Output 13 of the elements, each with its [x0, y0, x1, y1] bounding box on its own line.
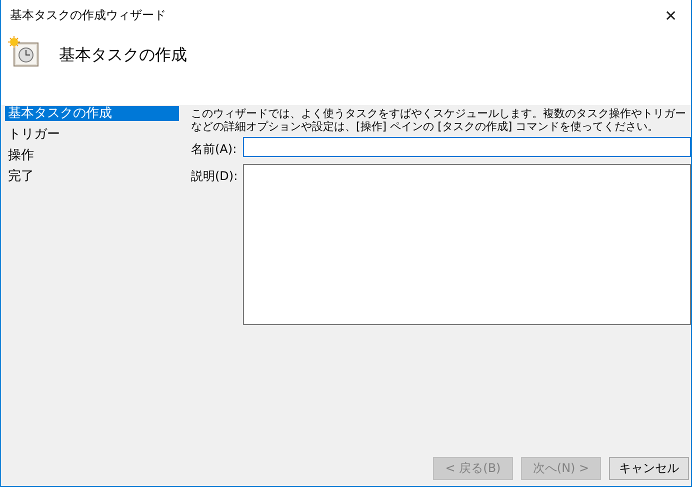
- field-label: 説明(D):: [191, 168, 239, 185]
- window-title: 基本タスクの作成ウィザード: [10, 7, 166, 24]
- name-field[interactable]: [243, 137, 691, 157]
- description-text: このウィザードでは、よく使うタスクをすばやくスケジュールします。複数のタスク操作やトリガーなどの詳細オプションや設定は、[操作] ペインの [タスクの作成] コマンドを使ってください。: [191, 107, 687, 133]
- description-field[interactable]: [243, 164, 691, 325]
- header-title: 基本タスクの作成: [59, 45, 187, 66]
- field-label: 名前(A):: [191, 141, 238, 158]
- wizard-button[interactable]: キャンセル: [609, 457, 689, 480]
- clock-icon: [8, 36, 40, 68]
- step-item: 基本タスクの作成: [5, 106, 179, 121]
- step-item: 完了: [7, 168, 35, 186]
- step-item: 操作: [7, 147, 35, 165]
- step-item: トリガー: [7, 126, 61, 144]
